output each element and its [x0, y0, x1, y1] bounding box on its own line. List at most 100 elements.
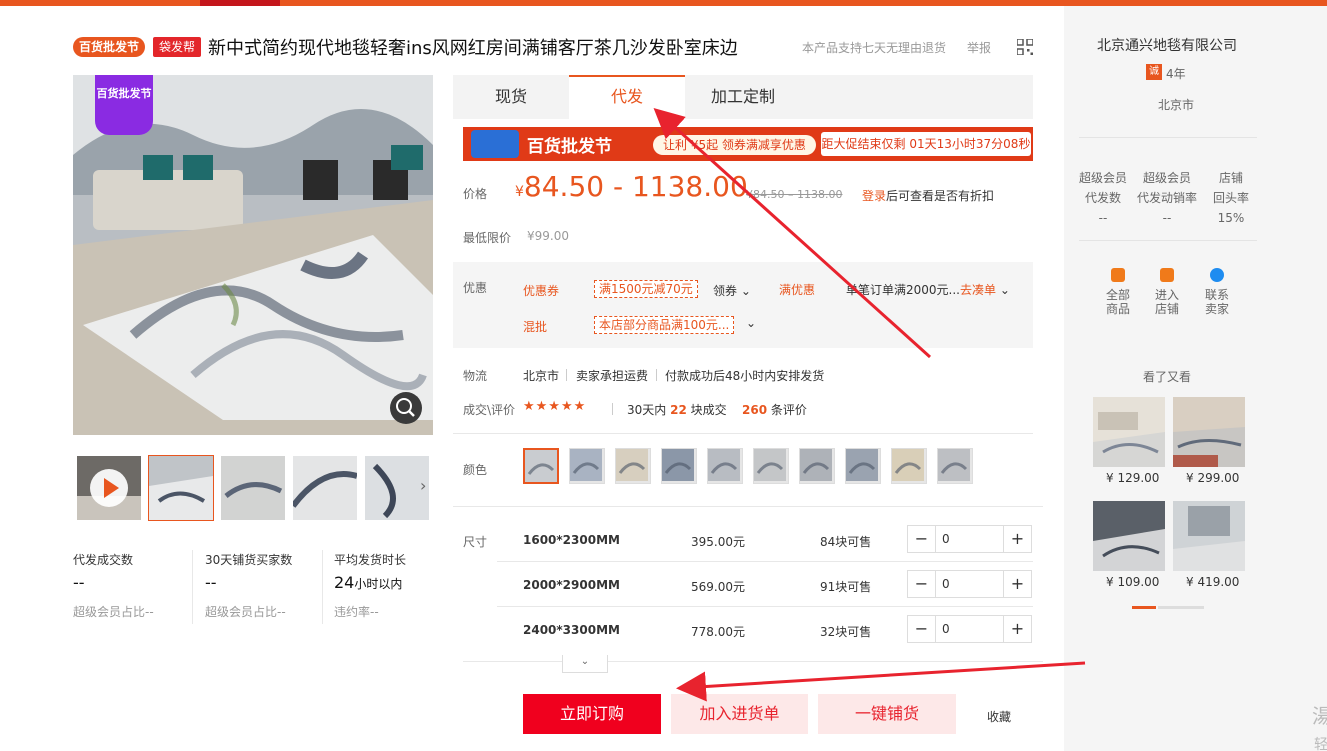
- get-coupon-link[interactable]: 领券 ⌄: [713, 282, 751, 299]
- color-option[interactable]: [661, 448, 697, 484]
- stat-label: 平均发货时长: [334, 553, 407, 567]
- add-to-cart-button[interactable]: 加入进货单: [671, 694, 808, 734]
- tab-spot[interactable]: 现货: [453, 75, 569, 119]
- thumbnail-image[interactable]: [221, 456, 285, 520]
- increment-button[interactable]: +: [1003, 571, 1031, 597]
- original-price: ¥84.50 – 1138.00: [746, 188, 843, 201]
- full-discount-label: 满优惠: [779, 283, 816, 297]
- store-stat-label: 代发数: [1084, 191, 1121, 205]
- color-option[interactable]: [707, 448, 743, 484]
- zoom-icon[interactable]: [390, 392, 422, 424]
- size-price: 778.00元: [691, 625, 745, 639]
- color-option[interactable]: [523, 448, 559, 484]
- quantity-input[interactable]: 0: [942, 526, 950, 552]
- color-option[interactable]: [937, 448, 973, 484]
- product-title: 新中式简约现代地毯轻奢ins风网红房间满铺客厅茶几沙发卧室床边: [208, 38, 738, 59]
- chevron-down-icon[interactable]: ⌄: [746, 316, 756, 330]
- all-products-link[interactable]: 全部 商品: [1098, 268, 1138, 316]
- review-count-link[interactable]: 260 条评价: [742, 401, 807, 418]
- stat-value: --: [205, 573, 217, 592]
- thumbnail-image[interactable]: [293, 456, 357, 520]
- coupon-tag[interactable]: 满1500元减70元: [594, 280, 698, 298]
- decrement-button[interactable]: −: [908, 616, 936, 642]
- store-stat-value: --: [1098, 211, 1108, 225]
- add-items-label: 去凑单: [960, 283, 997, 297]
- qr-code-icon[interactable]: [1017, 39, 1033, 55]
- login-link[interactable]: 登录: [862, 189, 886, 203]
- store-name[interactable]: 北京通兴地毯有限公司: [1097, 35, 1237, 55]
- mixed-batch-tag[interactable]: 本店部分商品满100元...: [594, 316, 735, 334]
- top-banner-deco: [200, 0, 280, 6]
- color-label: 颜色: [463, 463, 488, 477]
- full-discount-value: 单笔订单满2000元...: [846, 283, 960, 297]
- price-label: 价格: [463, 187, 488, 201]
- sold-suffix: 块成交: [690, 403, 727, 417]
- link-label: 商品: [1105, 302, 1130, 316]
- gift-icon: [471, 130, 519, 158]
- trust-badge-icon: 诚: [1146, 64, 1162, 80]
- one-click-distribute-button[interactable]: 一键铺货: [818, 694, 956, 734]
- recommended-product-image[interactable]: [1093, 397, 1165, 467]
- store-stat-label: 回头率: [1212, 191, 1249, 205]
- promo-banner[interactable]: 百货批发节 让利 ¥5起 领券满减享优惠 距大促结束仅剩 01天13小时37分0…: [463, 127, 1033, 161]
- store-stat: 店铺 回头率 15%: [1201, 168, 1261, 228]
- color-option[interactable]: [845, 448, 881, 484]
- color-option[interactable]: [615, 448, 651, 484]
- size-name: 2000*2900MM: [523, 578, 620, 592]
- currency-symbol: ¥: [515, 184, 524, 200]
- add-items-link[interactable]: 去凑单 ⌄: [960, 281, 1010, 298]
- mode-tabs: 现货 代发 加工定制: [453, 75, 1033, 119]
- store-city: 北京市: [1158, 98, 1195, 112]
- color-option[interactable]: [799, 448, 835, 484]
- min-price-label: 最低限价: [463, 231, 512, 245]
- expand-sizes-button[interactable]: ⌄: [562, 655, 608, 673]
- size-stock: 32块可售: [820, 625, 872, 639]
- quantity-input[interactable]: 0: [942, 616, 950, 642]
- also-viewed-title: 看了又看: [1143, 370, 1192, 384]
- thumbnail-video[interactable]: [77, 456, 141, 520]
- decrement-button[interactable]: −: [908, 526, 936, 552]
- link-label: 店铺: [1154, 302, 1179, 316]
- increment-button[interactable]: +: [1003, 526, 1031, 552]
- divider: [322, 550, 323, 624]
- recommended-price: ¥ 109.00: [1106, 575, 1160, 589]
- thumbnail-image[interactable]: [148, 455, 214, 521]
- tab-custom[interactable]: 加工定制: [685, 75, 801, 119]
- carousel-indicator-active[interactable]: [1132, 606, 1156, 609]
- store-stat-label: 超级会员: [1142, 171, 1191, 185]
- recommended-product-image[interactable]: [1173, 501, 1245, 571]
- stat-label: 30天铺货买家数: [205, 553, 293, 567]
- bag-badge: 袋发帮: [153, 37, 202, 57]
- banner-countdown: 距大促结束仅剩 01天13小时37分08秒: [821, 132, 1031, 156]
- stat-sub: 超级会员占比--: [205, 605, 286, 619]
- report-link[interactable]: 举报: [967, 39, 991, 56]
- min-price-value: ¥99.00: [527, 229, 569, 243]
- increment-button[interactable]: +: [1003, 616, 1031, 642]
- contact-seller-link[interactable]: 联系 卖家: [1197, 268, 1237, 316]
- color-option[interactable]: [891, 448, 927, 484]
- chevron-right-icon[interactable]: ›: [420, 476, 426, 495]
- decrement-button[interactable]: −: [908, 571, 936, 597]
- review-number: 260: [742, 403, 768, 417]
- quantity-input[interactable]: 0: [942, 571, 950, 597]
- divider: [1079, 240, 1257, 241]
- festival-badge: 百货批发节: [73, 37, 146, 57]
- recommended-product-image[interactable]: [1093, 501, 1165, 571]
- reviews-label: 成交\评价: [463, 403, 516, 417]
- recommended-product-image[interactable]: [1173, 397, 1245, 467]
- link-label: 进入: [1154, 288, 1179, 302]
- favorite-link[interactable]: 收藏: [987, 708, 1011, 725]
- promotions-label: 优惠: [463, 281, 488, 295]
- tab-dropship[interactable]: 代发: [569, 75, 685, 119]
- color-option[interactable]: [569, 448, 605, 484]
- buy-now-button[interactable]: 立即订购: [523, 694, 661, 734]
- enter-store-link[interactable]: 进入 店铺: [1147, 268, 1187, 316]
- logistics-city: 北京市: [523, 369, 560, 383]
- review-suffix: 条评价: [770, 403, 807, 417]
- sold-prefix: 30天内: [627, 403, 667, 417]
- logistics-fee: 卖家承担运费: [576, 369, 649, 383]
- store-stat-label: 超级会员: [1078, 171, 1127, 185]
- carousel-indicator[interactable]: [1158, 606, 1204, 609]
- color-option[interactable]: [753, 448, 789, 484]
- chevron-down-icon: ⌄: [580, 656, 590, 667]
